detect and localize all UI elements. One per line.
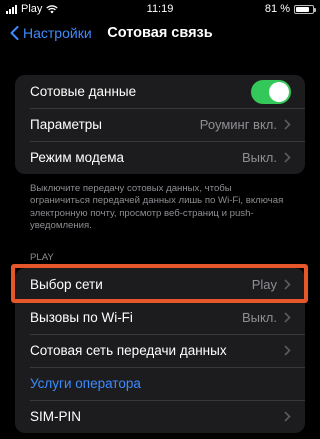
chevron-right-icon	[284, 312, 291, 323]
network-selection-value: Play	[251, 277, 277, 292]
cellular-data-row: Сотовые данные	[15, 75, 305, 108]
section-header-play: PLAY	[30, 252, 54, 263]
parameters-label: Параметры	[30, 117, 102, 132]
cellular-data-label: Сотовые данные	[30, 84, 137, 99]
cellular-settings-group: Сотовые данные Параметры Роуминг вкл. Ре…	[15, 75, 305, 174]
network-selection-label: Выбор сети	[30, 277, 103, 292]
page-title: Сотовая связь	[107, 25, 213, 41]
cellular-network-row[interactable]: Сотовая сеть передачи данных	[15, 334, 305, 367]
modem-row[interactable]: Режим модема Выкл.	[15, 141, 305, 174]
cellular-data-footer-note: Выключите передачу сотовых данных, чтобы…	[30, 183, 284, 231]
carrier-settings-group: Выбор сети Play Вызовы по Wi-Fi Выкл. Со…	[15, 268, 305, 433]
cellular-network-label: Сотовая сеть передачи данных	[30, 343, 227, 358]
operator-services-link[interactable]: Услуги оператора	[30, 376, 291, 391]
battery-icon	[294, 4, 316, 14]
network-selection-row[interactable]: Выбор сети Play	[15, 268, 305, 301]
wifi-calls-row[interactable]: Вызовы по Wi-Fi Выкл.	[15, 301, 305, 334]
sim-pin-label: SIM-PIN	[30, 409, 82, 424]
chevron-right-icon	[284, 345, 291, 356]
status-bar: Play 11:19 81 %	[0, 0, 320, 18]
parameters-row[interactable]: Параметры Роуминг вкл.	[15, 108, 305, 141]
modem-label: Режим модема	[30, 150, 125, 165]
nav-bar: Настройки Сотовая связь	[0, 18, 320, 48]
cellular-data-toggle[interactable]	[251, 79, 291, 104]
parameters-value: Роуминг вкл.	[199, 117, 277, 132]
operator-services-row[interactable]: Услуги оператора	[15, 367, 305, 400]
chevron-right-icon	[284, 411, 291, 422]
modem-value: Выкл.	[241, 150, 277, 165]
battery-percent: 81 %	[264, 3, 290, 15]
toggle-knob	[269, 81, 289, 102]
chevron-right-icon	[284, 279, 291, 290]
chevron-right-icon	[284, 119, 291, 130]
chevron-right-icon	[284, 152, 291, 163]
sim-pin-row[interactable]: SIM-PIN	[15, 400, 305, 433]
wifi-calls-value: Выкл.	[241, 310, 277, 325]
wifi-calls-label: Вызовы по Wi-Fi	[30, 310, 133, 325]
